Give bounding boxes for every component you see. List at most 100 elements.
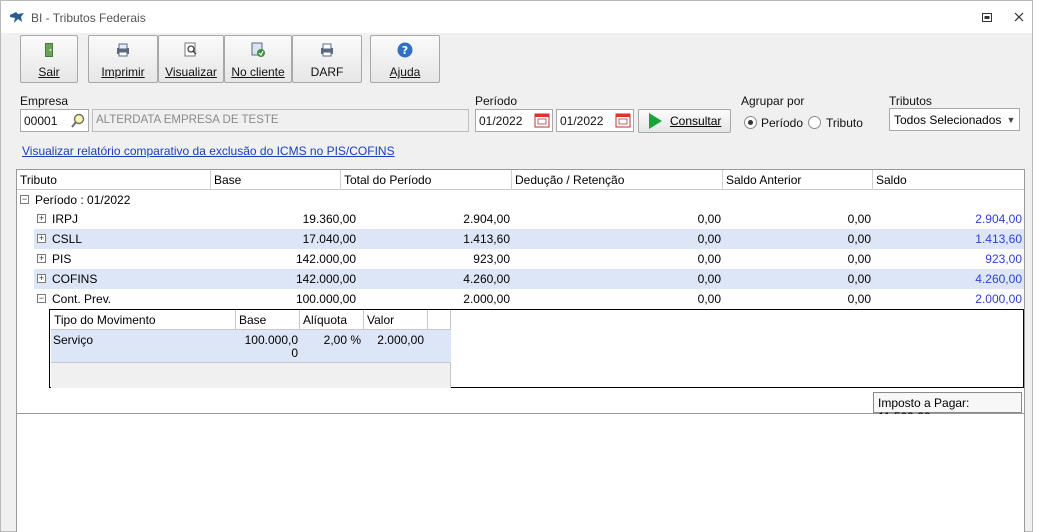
detail-col-valor[interactable]: Valor	[364, 310, 428, 330]
calendar-icon[interactable]	[533, 111, 551, 129]
restore-icon	[982, 12, 992, 22]
detail-col-aliquota[interactable]: Alíquota	[300, 310, 364, 330]
cell-saldo: 923,00	[985, 252, 1022, 266]
svg-text:?: ?	[402, 44, 408, 57]
expand-icon[interactable]: +	[37, 274, 46, 283]
group-label: Período : 01/2022	[35, 193, 131, 207]
table-row[interactable]: + COFINS 142.000,00 4.260,00 0,00 0,00 4…	[34, 269, 1024, 289]
detail-cell-aliquota: 2,00 %	[323, 333, 361, 347]
darf-button[interactable]: DARF	[292, 35, 362, 83]
cell-base: 142.000,00	[295, 252, 356, 266]
consultar-label: Consultar	[670, 114, 722, 128]
cell-saldo-anterior: 0,00	[847, 272, 871, 286]
cell-total: 1.413,60	[463, 232, 510, 246]
calendar-icon[interactable]	[614, 111, 632, 129]
tributos-select[interactable]: Todos Selecionados ... ▼	[889, 108, 1020, 131]
tributos-label: Tributos	[889, 94, 932, 108]
darf-label: DARF	[310, 65, 344, 79]
table-row[interactable]: + IRPJ 19.360,00 2.904,00 0,00 0,00 2.90…	[34, 209, 1024, 229]
cell-deducao: 0,00	[697, 272, 721, 286]
col-deducao[interactable]: Dedução / Retenção	[512, 170, 723, 190]
preview-magnifier-icon	[184, 42, 197, 57]
cell-tributo: COFINS	[52, 272, 98, 286]
sair-button[interactable]: Sair	[20, 35, 78, 83]
search-icon	[71, 113, 85, 128]
expand-icon[interactable]: +	[37, 214, 46, 223]
detail-cell-base: 100.000,0	[244, 333, 298, 347]
no-cliente-label: No cliente	[231, 65, 285, 79]
printer-icon	[117, 43, 129, 57]
detail-cell-valor: 2.000,00	[377, 333, 424, 347]
close-icon	[1014, 12, 1024, 22]
detail-summary-row	[51, 362, 451, 388]
cell-saldo-anterior: 0,00	[847, 232, 871, 246]
cell-base: 19.360,00	[302, 212, 356, 226]
table-row[interactable]: + CSLL 17.040,00 1.413,60 0,00 0,00 1.41…	[34, 229, 1024, 249]
tributos-grid: Tributo Base Total do Período Dedução / …	[16, 169, 1025, 424]
empresa-search-button[interactable]	[67, 109, 89, 132]
background-strip	[1033, 0, 1041, 532]
visualizar-label: Visualizar	[165, 65, 217, 79]
cell-saldo: 2.000,00	[975, 292, 1022, 306]
cell-base: 100.000,00	[295, 292, 356, 306]
bottom-panel	[16, 414, 1025, 532]
grid-header: Tributo Base Total do Período Dedução / …	[17, 170, 1024, 190]
cell-tributo: CSLL	[52, 232, 83, 246]
cell-deducao: 0,00	[697, 292, 721, 306]
cell-saldo-anterior: 0,00	[847, 252, 871, 266]
window-title: BI - Tributos Federais	[31, 11, 146, 25]
cell-saldo: 4.260,00	[975, 272, 1022, 286]
app-logo-icon	[10, 12, 24, 23]
cell-total: 2.000,00	[463, 292, 510, 306]
expand-icon[interactable]: +	[37, 254, 46, 263]
cell-deducao: 0,00	[697, 212, 721, 226]
agrupar-tributo-label[interactable]: Tributo	[826, 116, 863, 130]
chevron-down-icon[interactable]: ▼	[1003, 109, 1019, 130]
detail-col-tipo[interactable]: Tipo do Movimento	[51, 310, 236, 330]
table-row[interactable]: − Cont. Prev. 100.000,00 2.000,00 0,00 0…	[34, 289, 1024, 309]
imposto-a-pagar-total: Imposto a Pagar: 11.500,60	[873, 392, 1022, 424]
cell-saldo: 2.904,00	[975, 212, 1022, 226]
cell-deducao: 0,00	[697, 252, 721, 266]
cell-total: 2.904,00	[463, 212, 510, 226]
col-total-periodo[interactable]: Total do Período	[341, 170, 512, 190]
cell-base: 142.000,00	[295, 272, 356, 286]
agrupar-periodo-radio[interactable]	[744, 116, 757, 129]
expand-icon[interactable]: +	[37, 234, 46, 243]
detail-col-base[interactable]: Base	[236, 310, 300, 330]
table-row[interactable]: + PIS 142.000,00 923,00 0,00 0,00 923,00	[34, 249, 1024, 269]
cell-tributo: Cont. Prev.	[52, 292, 112, 306]
darf-printer-icon	[321, 43, 333, 57]
group-row-periodo: − Período : 01/2022	[17, 190, 1024, 209]
sair-label: Sair	[38, 65, 60, 79]
title-bar: BI - Tributos Federais	[1, 1, 1032, 33]
relatorio-comparativo-link[interactable]: Visualizar relatório comparativo da excl…	[22, 144, 395, 158]
collapse-icon[interactable]: −	[20, 195, 29, 204]
col-saldo[interactable]: Saldo	[873, 170, 1024, 190]
detail-row[interactable]: Serviço 100.000,0 0 2,00 % 2.000,00	[51, 330, 451, 362]
col-tributo[interactable]: Tributo	[17, 170, 211, 190]
detail-col-spacer	[428, 310, 451, 330]
consultar-button[interactable]: Consultar	[638, 109, 731, 133]
cell-saldo-anterior: 0,00	[847, 212, 871, 226]
empresa-code-input[interactable]: 00001	[20, 109, 68, 132]
imprimir-button[interactable]: Imprimir	[88, 35, 158, 83]
no-cliente-button[interactable]: No cliente	[224, 35, 292, 83]
agrupar-tributo-radio[interactable]	[808, 116, 821, 129]
col-base[interactable]: Base	[211, 170, 341, 190]
cell-tributo: PIS	[52, 252, 72, 266]
agrupar-periodo-label[interactable]: Período	[761, 116, 803, 130]
visualizar-button[interactable]: Visualizar	[158, 35, 224, 83]
tributos-value: Todos Selecionados ...	[894, 113, 1002, 127]
play-icon	[649, 113, 662, 129]
cell-deducao: 0,00	[697, 232, 721, 246]
bi-tributos-window: BI - Tributos Federais Sair Imprimir Vis…	[0, 0, 1033, 532]
help-icon: ?	[397, 42, 413, 58]
empresa-label: Empresa	[20, 94, 69, 108]
ajuda-button[interactable]: ? Ajuda	[370, 35, 440, 83]
detail-subgrid: Tipo do Movimento Base Alíquota Valor Se…	[49, 309, 1024, 388]
collapse-icon[interactable]: −	[37, 294, 46, 303]
col-saldo-anterior[interactable]: Saldo Anterior	[723, 170, 873, 190]
detail-cell-base-wrap: 0	[291, 346, 298, 360]
cell-tributo: IRPJ	[52, 212, 79, 226]
